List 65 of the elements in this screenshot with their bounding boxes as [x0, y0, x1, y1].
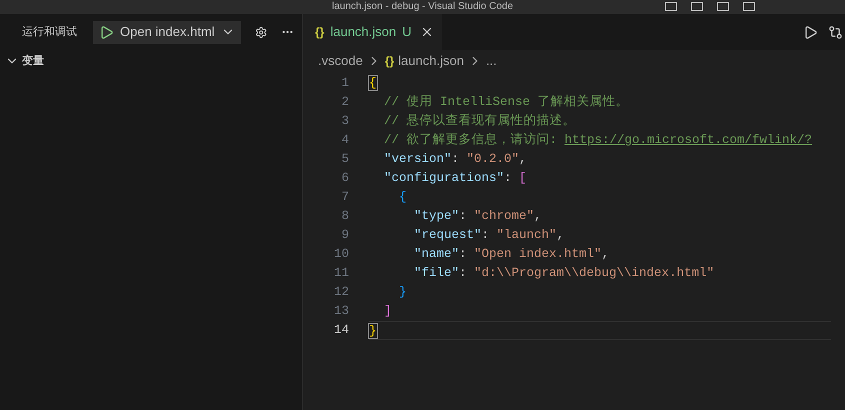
code-token: // 欲了解更多信息，请访问:: [383, 132, 558, 149]
code-token: "d:\\Program\\debug\\index.html": [474, 265, 714, 282]
code-token: "chrome": [474, 208, 534, 225]
code-token: :: [482, 227, 490, 244]
code-link[interactable]: https://go.microsoft.com/fwlink/?: [564, 131, 812, 150]
compare-icon[interactable]: [828, 24, 843, 40]
code-token: "launch": [496, 227, 557, 244]
code-token: :: [459, 208, 468, 225]
editor-tab[interactable]: {} launch.json U: [303, 14, 442, 50]
line-number: 6: [340, 170, 350, 187]
code-token: }: [398, 284, 407, 301]
line-number: 1: [340, 75, 350, 92]
code-token: :: [459, 246, 468, 263]
line-number: 8: [340, 208, 350, 225]
line-number: 11: [332, 265, 350, 282]
code-token: // 悬停以查看现有属性的描述。: [383, 112, 576, 130]
breadcrumb-item[interactable]: launch.json: [398, 51, 464, 71]
line-number: 4: [340, 132, 350, 149]
untracked-status-label: U: [402, 23, 412, 42]
window-title: launch.json - debug - Visual Studio Code: [332, 2, 514, 12]
code-token: "version": [383, 151, 452, 168]
code-token: "type": [413, 208, 460, 225]
code-token: ]: [383, 303, 392, 320]
code-token: "name": [413, 246, 460, 263]
layout-icon[interactable]: [743, 2, 755, 11]
code-token: :: [504, 170, 513, 187]
play-icon: [99, 24, 114, 40]
code-token: ,: [556, 227, 564, 244]
debug-config-dropdown[interactable]: Open index.html: [93, 20, 241, 44]
line-number: 5: [340, 151, 350, 168]
layout-icon[interactable]: [691, 2, 703, 11]
tab-label: launch.json: [330, 23, 396, 42]
layout-icon[interactable]: [717, 2, 729, 11]
code-token: "file": [413, 265, 460, 282]
breadcrumb-item[interactable]: .vscode: [318, 51, 363, 71]
code-token: :: [452, 151, 460, 168]
section-header[interactable]: 变量: [0, 50, 302, 72]
line-number: 10: [332, 246, 350, 263]
code-token: // 使用 IntelliSense 了解相关属性。: [383, 94, 629, 111]
code-token: "0.2.0": [466, 151, 520, 168]
run-icon[interactable]: [803, 24, 818, 40]
code-token: "Open index.html": [474, 246, 602, 263]
code-token: }: [369, 324, 377, 338]
code-token: :: [459, 265, 468, 282]
code-token: ,: [534, 208, 542, 225]
code-token: {: [369, 76, 377, 90]
line-number: 3: [340, 113, 350, 130]
sidebar-title: 运行和调试: [22, 24, 77, 40]
breadcrumb-item[interactable]: ...: [486, 51, 497, 71]
line-number: 2: [340, 94, 350, 111]
code-token: "request": [413, 227, 482, 244]
code-token: {: [398, 189, 407, 206]
json-icon: {}: [384, 52, 394, 70]
code-token: [: [519, 170, 527, 187]
json-icon: {}: [315, 23, 324, 41]
code-token: ,: [519, 151, 527, 168]
line-number: 13: [332, 303, 350, 320]
code-token: "configurations": [383, 170, 504, 187]
line-number: 9: [340, 227, 350, 244]
line-number: 7: [340, 189, 350, 206]
code-token: ,: [602, 246, 610, 263]
line-number: 12: [332, 284, 350, 301]
line-number: 14: [332, 322, 350, 339]
layout-icon[interactable]: [665, 2, 677, 11]
settings-icon[interactable]: [254, 24, 267, 40]
